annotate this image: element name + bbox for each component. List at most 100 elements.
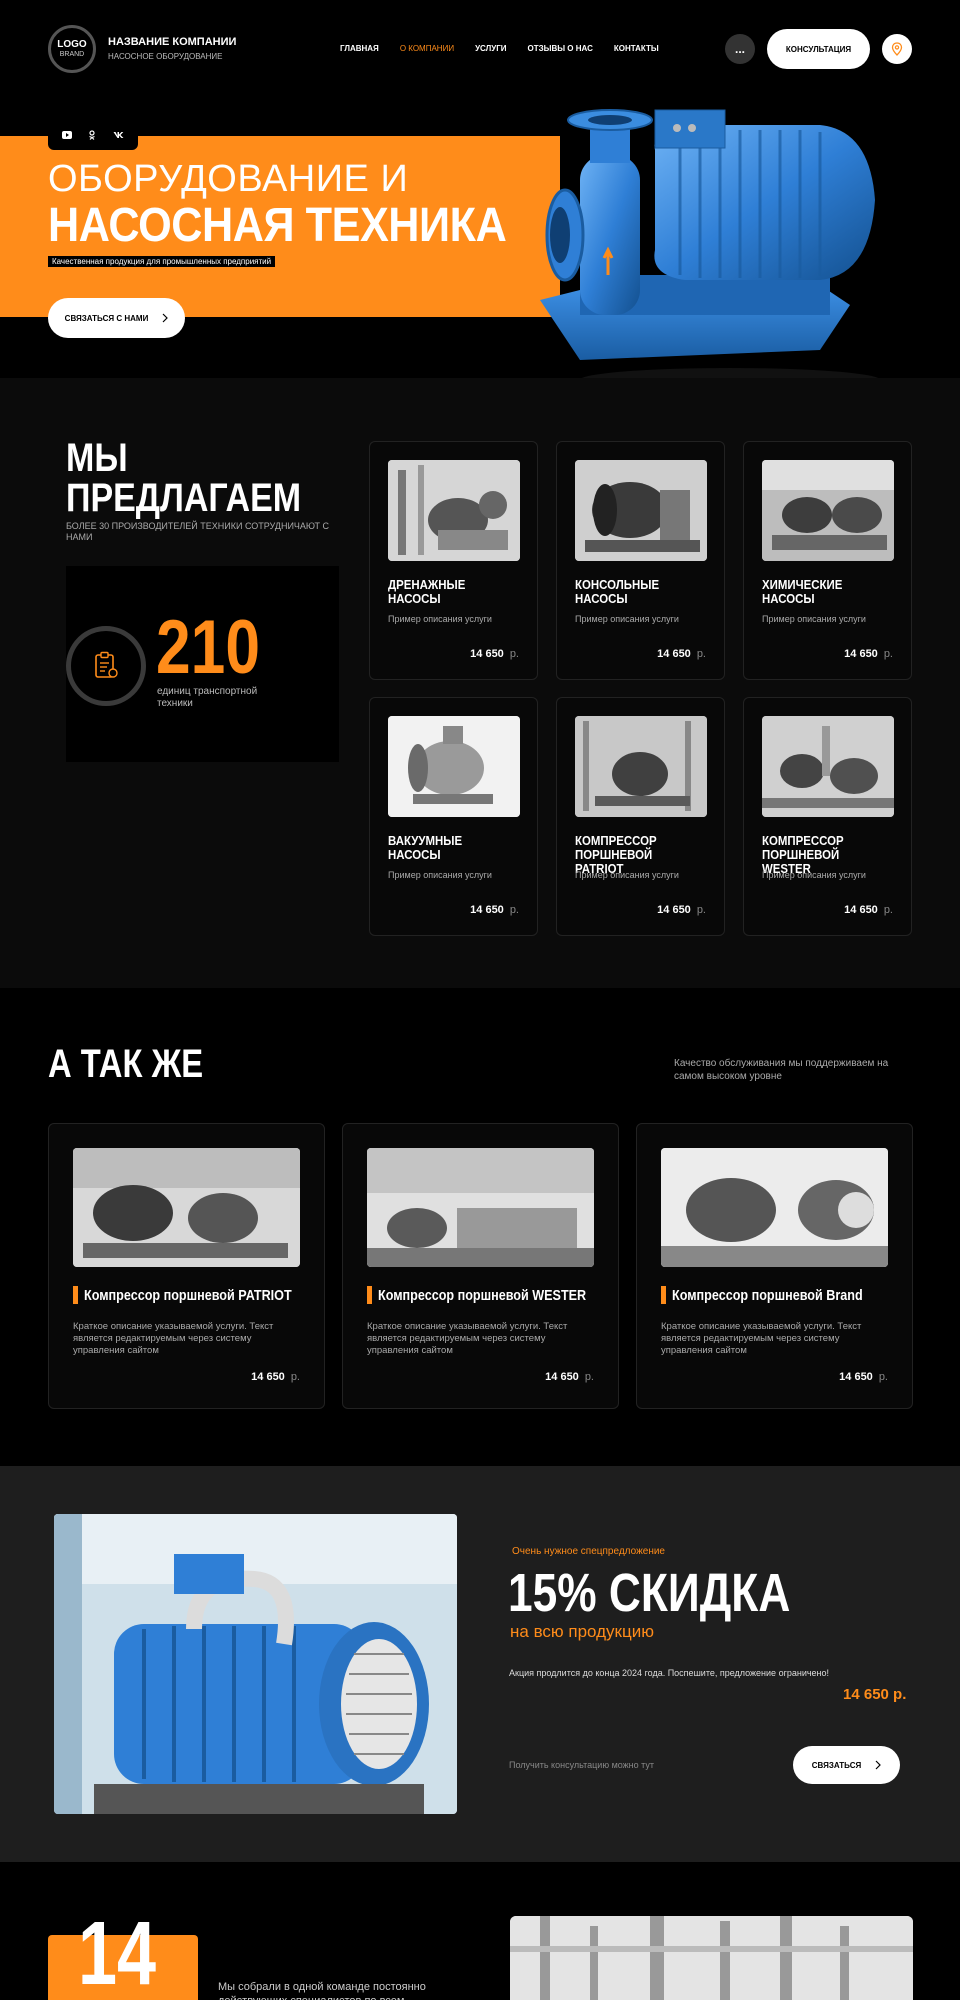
service-price: 14 650 р. <box>657 904 706 916</box>
promo-note: Акция продлится до конца 2024 года. Посп… <box>509 1668 830 1678</box>
main-nav: ГЛАВНАЯ О КОМПАНИИ УСЛУГИ ОТЗЫВЫ О НАС К… <box>340 44 659 53</box>
location-button[interactable] <box>882 34 912 64</box>
product-desc: Краткое описание указываемой услуги. Тек… <box>367 1321 568 1356</box>
nav-item-contacts[interactable]: КОНТАКТЫ <box>614 44 659 53</box>
odnoklassniki-icon[interactable] <box>88 130 96 140</box>
offers-title-line2: ПРЕДЛАГАЕМ <box>66 476 302 520</box>
promo-contact-button[interactable]: СВЯЗАТЬСЯ <box>793 1746 900 1784</box>
service-image <box>762 460 894 561</box>
hero-title-line1: ОБОРУДОВАНИЕ И <box>48 158 409 200</box>
stat-box: 210 единиц транспортной техники <box>66 566 339 762</box>
product-title: Компрессор поршневой PATRIOT <box>73 1286 331 1304</box>
service-title: КОНСОЛЬНЫЕ НАСОСЫ <box>575 577 660 606</box>
price-currency: р. <box>696 904 706 916</box>
also-note: Качество обслуживания мы поддерживаем на… <box>674 1058 889 1082</box>
promo-subtitle: на всю продукцию <box>510 1622 654 1641</box>
price-currency: р. <box>584 1371 594 1383</box>
product-title: Компрессор поршневой Brand <box>661 1286 899 1304</box>
price-currency: р. <box>883 904 893 916</box>
product-card[interactable]: Компрессор поршневой Brand Краткое описа… <box>636 1123 913 1409</box>
price-currency: р. <box>290 1371 300 1383</box>
site-header: LOGO BRAND НАЗВАНИЕ КОМПАНИИ НАСОСНОЕ ОБ… <box>0 0 960 100</box>
price-currency: р. <box>509 904 519 916</box>
company-name: НАЗВАНИЕ КОМПАНИИ <box>108 36 237 48</box>
product-title: Компрессор поршневой WESTER <box>367 1286 626 1304</box>
service-desc: Пример описания услуги <box>575 870 679 880</box>
chevron-right-icon <box>162 313 169 323</box>
service-price: 14 650 р. <box>844 904 893 916</box>
nav-item-about[interactable]: О КОМПАНИИ <box>400 44 454 53</box>
promo-image <box>54 1514 457 1814</box>
hero-title-line2: НАСОСНАЯ ТЕХНИКА <box>48 199 507 252</box>
also-title: А ТАК ЖЕ <box>48 1042 204 1086</box>
hero-tagline: Качественная продукция для промышленных … <box>48 256 276 267</box>
logo-text: LOGO <box>57 38 87 50</box>
stat-icon-circle <box>66 626 146 706</box>
product-image <box>661 1148 888 1267</box>
price-value: 14 650 <box>470 904 504 916</box>
accent-bar <box>661 1286 666 1304</box>
price-value: 14 650 <box>545 1371 579 1383</box>
service-price: 14 650 р. <box>844 648 893 660</box>
more-button[interactable]: ... <box>725 34 755 64</box>
service-desc: Пример описания услуги <box>575 614 679 624</box>
service-image <box>575 460 707 561</box>
service-title: ВАКУУМНЫЕ НАСОСЫ <box>388 833 463 862</box>
team-text: Мы собрали в одной команде постоянно дей… <box>218 1981 426 2000</box>
product-card[interactable]: Компрессор поршневой PATRIOT Краткое опи… <box>48 1123 325 1409</box>
promo-price: 14 650 р. <box>843 1686 907 1703</box>
logo[interactable]: LOGO BRAND <box>48 25 96 73</box>
service-card[interactable]: КОМПРЕССОР ПОРШНЕВОЙ PATRIOT Пример опис… <box>556 697 725 936</box>
service-image <box>575 716 707 817</box>
offers-title-line1: МЫ <box>66 436 128 480</box>
nav-item-services[interactable]: УСЛУГИ <box>475 44 506 53</box>
service-card[interactable]: ВАКУУМНЫЕ НАСОСЫ Пример описания услуги … <box>369 697 538 936</box>
service-card[interactable]: КОНСОЛЬНЫЕ НАСОСЫ Пример описания услуги… <box>556 441 725 680</box>
price-value: 14 650 <box>470 648 504 660</box>
service-image <box>388 716 520 817</box>
promo-kicker: Очень нужное спецпредложение <box>512 1546 665 1557</box>
product-desc: Краткое описание указываемой услуги. Тек… <box>661 1321 862 1356</box>
chevron-right-icon <box>875 1760 882 1770</box>
company-block: НАЗВАНИЕ КОМПАНИИ НАСОСНОЕ ОБОРУДОВАНИЕ <box>108 36 236 61</box>
product-image <box>367 1148 594 1267</box>
product-price: 14 650 р. <box>251 1371 300 1383</box>
promo-title: 15% СКИДКА <box>508 1563 791 1623</box>
team-image <box>510 1916 913 2000</box>
service-card[interactable]: ХИМИЧЕСКИЕ НАСОСЫ Пример описания услуги… <box>743 441 912 680</box>
price-value: 14 650 <box>251 1371 285 1383</box>
accent-bar <box>367 1286 372 1304</box>
service-card[interactable]: КОМПРЕССОР ПОРШНЕВОЙ WESTER Пример описа… <box>743 697 912 936</box>
clipboard-icon <box>95 651 118 678</box>
product-price: 14 650 р. <box>545 1371 594 1383</box>
product-card[interactable]: Компрессор поршневой WESTER Краткое опис… <box>342 1123 619 1409</box>
service-title: ХИМИЧЕСКИЕ НАСОСЫ <box>762 577 843 606</box>
price-currency: р. <box>509 648 519 660</box>
product-price: 14 650 р. <box>839 1371 888 1383</box>
company-subtitle: НАСОСНОЕ ОБОРУДОВАНИЕ <box>108 52 223 61</box>
logo-subtext: BRAND <box>59 50 85 58</box>
service-card[interactable]: ДРЕНАЖНЫЕ НАСОСЫ Пример описания услуги … <box>369 441 538 680</box>
youtube-icon[interactable] <box>62 131 73 139</box>
price-currency: р. <box>883 648 893 660</box>
product-title-text: Компрессор поршневой WESTER <box>378 1286 587 1304</box>
service-image <box>388 460 520 561</box>
vk-icon[interactable] <box>113 131 124 139</box>
service-price: 14 650 р. <box>470 648 519 660</box>
stat-label: единиц транспортной техники <box>157 686 258 709</box>
consultation-button[interactable]: КОНСУЛЬТАЦИЯ <box>767 29 870 69</box>
hero-contact-button[interactable]: СВЯЗАТЬСЯ С НАМИ <box>48 298 185 338</box>
stat-value: 210 <box>156 605 260 690</box>
promo-cta-note: Получить консультацию можно тут <box>509 1760 655 1770</box>
price-currency: р. <box>696 648 706 660</box>
map-pin-icon <box>891 42 903 56</box>
service-desc: Пример описания услуги <box>388 614 492 624</box>
nav-item-reviews[interactable]: ОТЗЫВЫ О НАС <box>528 44 593 53</box>
price-value: 14 650 <box>844 904 878 916</box>
price-currency: р. <box>878 1371 888 1383</box>
hero-contact-label: СВЯЗАТЬСЯ С НАМИ <box>64 313 149 323</box>
hero-pump-image <box>540 109 880 392</box>
service-title: ДРЕНАЖНЫЕ НАСОСЫ <box>388 577 466 606</box>
social-links <box>48 120 138 150</box>
nav-item-home[interactable]: ГЛАВНАЯ <box>340 44 379 53</box>
